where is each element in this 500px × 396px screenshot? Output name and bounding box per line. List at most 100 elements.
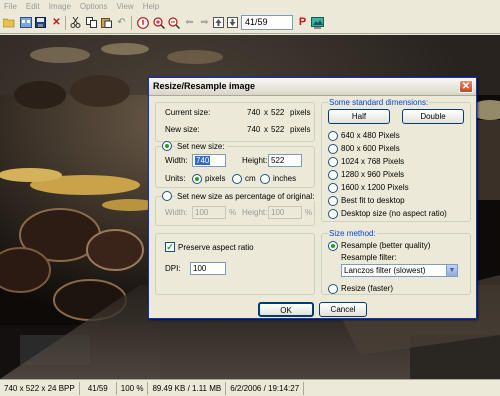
status-index: 41/59	[80, 381, 117, 395]
dim-label-800: 800 x 600 Pixels	[341, 144, 400, 153]
status-bar: 740 x 522 x 24 BPP 41/59 100 % 89.49 KB …	[0, 379, 500, 396]
new-size-label: New size:	[165, 125, 200, 134]
unit-pixels-radio[interactable]	[192, 174, 202, 184]
resample-filter-select[interactable]: Lanczos filter (slowest) ▼	[341, 264, 458, 277]
dim-label-1600: 1600 x 1200 Pixels	[341, 183, 409, 192]
close-icon[interactable]: ✕	[459, 80, 473, 93]
toolbar-separator	[65, 16, 66, 30]
cancel-button[interactable]: Cancel	[319, 302, 367, 317]
dim-label-640: 640 x 480 Pixels	[341, 131, 400, 140]
unit-inches-label: inches	[273, 174, 297, 183]
preserve-aspect-label: Preserve aspect ratio	[178, 243, 254, 252]
menu-edit[interactable]: Edit	[26, 2, 40, 11]
menu-bar: File Edit Image Options View Help	[0, 0, 500, 12]
status-dimensions: 740 x 522 x 24 BPP	[0, 381, 80, 395]
dialog-titlebar[interactable]: Resize/Resample image ✕	[149, 78, 476, 96]
current-width-value: 740	[247, 108, 261, 117]
menu-options[interactable]: Options	[80, 2, 108, 11]
first-image-icon[interactable]	[212, 16, 225, 29]
dim-radio-800[interactable]	[328, 144, 338, 154]
set-new-size-radio[interactable]	[162, 141, 172, 151]
info-icon[interactable]	[136, 16, 149, 29]
unit-inches-radio[interactable]	[260, 174, 270, 184]
pct-height-input[interactable]: 100	[268, 206, 302, 219]
pct-width-input[interactable]: 100	[192, 206, 226, 219]
dim-radio-1600[interactable]	[328, 183, 338, 193]
chevron-down-icon[interactable]: ▼	[446, 265, 457, 276]
pct-width-label: Width:	[165, 208, 188, 217]
paste-icon[interactable]	[100, 16, 113, 29]
save-icon[interactable]	[34, 16, 47, 29]
status-zoom: 100 %	[117, 381, 149, 395]
undo-icon[interactable]: ↶	[115, 16, 128, 29]
paint-icon[interactable]: P	[296, 16, 309, 29]
dim-label-best-fit: Best fit to desktop	[341, 196, 405, 205]
new-width-value: 740	[247, 125, 261, 134]
zoom-in-icon[interactable]	[152, 16, 165, 29]
pct-height-unit: %	[305, 208, 313, 217]
width-input[interactable]: 740	[192, 154, 226, 167]
half-button[interactable]: Half	[328, 109, 390, 124]
menu-help[interactable]: Help	[143, 2, 159, 11]
zoom-out-icon[interactable]	[167, 16, 180, 29]
resize-radio[interactable]	[328, 284, 338, 294]
dim-radio-1024[interactable]	[328, 157, 338, 167]
dim-label-desktop: Desktop size (no aspect ratio)	[341, 209, 447, 218]
menu-file[interactable]: File	[4, 2, 17, 11]
new-height-value: 522	[271, 125, 285, 134]
preserve-aspect-checkbox[interactable]: ✓	[165, 242, 175, 252]
page-number-field[interactable]: 41/59	[241, 15, 293, 30]
set-new-size-group: Set new size: Width: 740 Height: 522 Uni…	[155, 141, 315, 188]
size-method-group: Size method: Resample (better quality) R…	[321, 229, 471, 295]
forward-arrow-icon[interactable]: ➡	[198, 16, 211, 29]
resize-dialog: Resize/Resample image ✕ Current size: 74…	[148, 77, 477, 319]
toolbar-separator	[131, 16, 132, 30]
dim-label-1280: 1280 x 960 Pixels	[341, 170, 405, 179]
dim-radio-1280[interactable]	[328, 170, 338, 180]
menu-view[interactable]: View	[117, 2, 134, 11]
percentage-group: Set new size as percentage of original: …	[155, 191, 317, 226]
dpi-input[interactable]: 100	[190, 262, 226, 275]
resample-filter-value: Lanczos filter (slowest)	[344, 266, 426, 275]
dim-radio-desktop[interactable]	[328, 209, 338, 219]
new-unit: pixels	[290, 125, 311, 134]
standard-dimensions-group: Some standard dimensions: Half Double 64…	[321, 98, 471, 222]
width-label: Width:	[165, 156, 188, 165]
back-arrow-icon[interactable]: ⬅	[183, 16, 196, 29]
resample-radio[interactable]	[328, 241, 338, 251]
status-datetime: 6/2/2006 / 19:14:27	[226, 381, 305, 395]
dialog-title: Resize/Resample image	[153, 81, 256, 91]
thumbnails-icon[interactable]	[19, 16, 32, 29]
ok-button[interactable]: OK	[258, 302, 314, 317]
resample-filter-label: Resample filter:	[341, 253, 397, 262]
unit-cm-radio[interactable]	[232, 174, 242, 184]
unit-pixels-label: pixels	[205, 174, 226, 183]
cut-icon[interactable]	[69, 16, 82, 29]
slideshow-icon[interactable]	[311, 16, 324, 29]
copy-icon[interactable]	[85, 16, 98, 29]
pct-width-unit: %	[229, 208, 237, 217]
menu-image[interactable]: Image	[49, 2, 71, 11]
delete-icon[interactable]: ✕	[50, 16, 63, 29]
status-filesize: 89.49 KB / 1.11 MB	[148, 381, 227, 395]
resample-label: Resample (better quality)	[341, 241, 431, 250]
open-folder-icon[interactable]	[3, 16, 16, 29]
current-unit: pixels	[290, 108, 311, 117]
double-button[interactable]: Double	[402, 109, 464, 124]
aspect-dpi-group: ✓ Preserve aspect ratio DPI: 100	[155, 233, 315, 295]
current-times-sign: x	[264, 108, 268, 117]
height-input[interactable]: 522	[268, 154, 302, 167]
resize-label: Resize (faster)	[341, 284, 394, 293]
dim-radio-best-fit[interactable]	[328, 196, 338, 206]
dim-label-1024: 1024 x 768 Pixels	[341, 157, 405, 166]
percentage-radio[interactable]	[162, 191, 172, 201]
last-image-icon[interactable]	[226, 16, 239, 29]
unit-cm-label: cm	[245, 174, 256, 183]
size-method-legend: Size method:	[328, 229, 377, 238]
current-height-value: 522	[271, 108, 285, 117]
dim-radio-640[interactable]	[328, 131, 338, 141]
standard-dimensions-legend: Some standard dimensions:	[328, 98, 430, 107]
current-size-label: Current size:	[165, 108, 211, 117]
height-label: Height:	[242, 156, 268, 165]
set-new-size-label: Set new size:	[175, 142, 227, 151]
